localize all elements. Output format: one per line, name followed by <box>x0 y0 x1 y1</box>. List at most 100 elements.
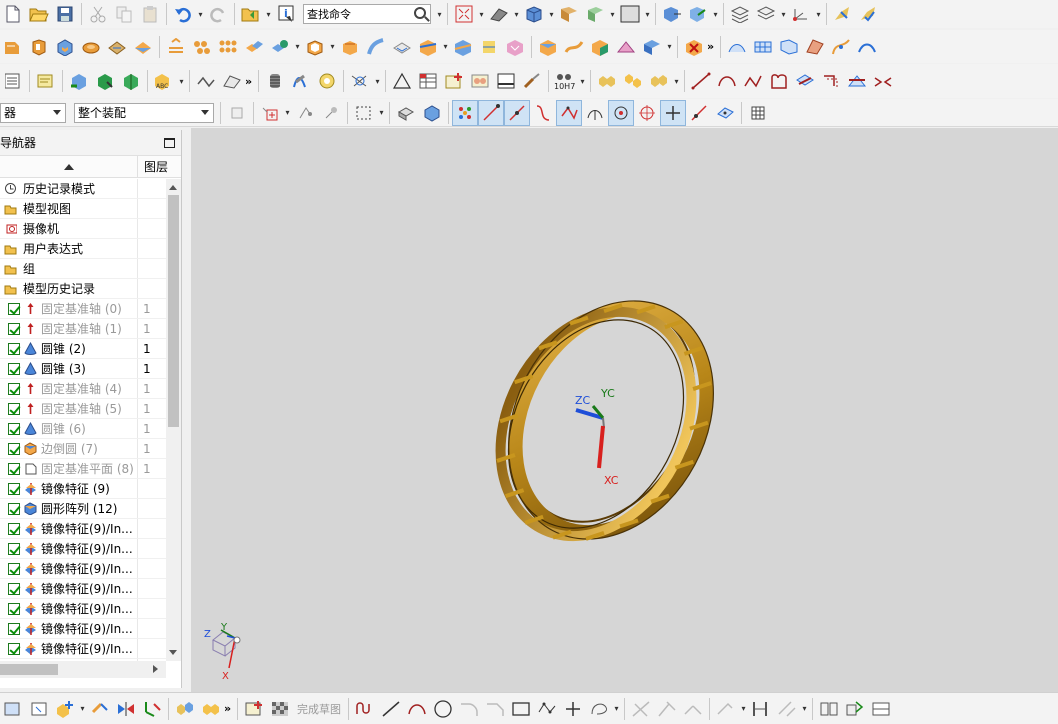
patch-body-icon[interactable] <box>476 34 502 60</box>
section-view-icon[interactable] <box>582 1 608 27</box>
image-cutout-icon[interactable] <box>467 68 493 94</box>
rectangle-select-icon[interactable] <box>351 100 377 126</box>
check-geometry-icon[interactable] <box>856 1 882 27</box>
open-folder-icon[interactable] <box>238 1 264 27</box>
fit-view-icon[interactable] <box>451 1 477 27</box>
triangle-icon[interactable] <box>389 68 415 94</box>
tree-node[interactable]: 模型视图 <box>0 199 166 219</box>
trim-body-icon[interactable] <box>415 34 441 60</box>
split-body-icon[interactable] <box>450 34 476 60</box>
replace-face-icon[interactable] <box>587 34 613 60</box>
sketch-rectangle-icon[interactable] <box>508 696 534 722</box>
assembly-scope-dropdown-icon[interactable] <box>201 109 209 115</box>
background-icon[interactable] <box>617 1 643 27</box>
extend-surface-icon[interactable] <box>854 34 880 60</box>
feature-checkbox[interactable] <box>8 422 20 435</box>
feature-row[interactable]: 镜像特征(9)/In... <box>0 539 166 559</box>
constraint-icon[interactable] <box>87 696 113 722</box>
blocks-array-icon[interactable] <box>620 68 646 94</box>
cut-icon[interactable] <box>85 1 111 27</box>
tree-node[interactable]: 组 <box>0 259 166 279</box>
snap-endpoint-icon[interactable] <box>478 99 504 126</box>
offset-face-icon[interactable] <box>389 34 415 60</box>
sweep-icon[interactable] <box>363 34 389 60</box>
sketch-chamfer-icon[interactable] <box>482 696 508 722</box>
line-icon[interactable] <box>688 68 714 94</box>
feature-checkbox[interactable] <box>8 462 20 475</box>
analysis-icon[interactable] <box>830 1 856 27</box>
new-file-icon[interactable] <box>0 1 26 27</box>
scroll-up-icon[interactable] <box>169 185 177 190</box>
explode-view-icon[interactable] <box>139 696 165 722</box>
gear-spring-icon[interactable] <box>288 68 314 94</box>
snap-quadrant-icon[interactable] <box>634 100 660 126</box>
sketch-arc-icon[interactable] <box>404 696 430 722</box>
sketch-ellipse-icon[interactable] <box>586 696 612 722</box>
sketch-circle-icon[interactable] <box>430 696 456 722</box>
unite-icon[interactable] <box>241 34 267 60</box>
feature-row[interactable]: 圆锥 (3) 1 <box>0 359 166 379</box>
notes-icon[interactable] <box>33 68 59 94</box>
body-section-icon[interactable] <box>639 34 665 60</box>
select-settings-icon[interactable] <box>224 100 250 126</box>
spring-icon[interactable] <box>262 68 288 94</box>
snap-intersection-icon[interactable] <box>556 99 582 126</box>
thicken-icon[interactable] <box>163 34 189 60</box>
snap-curve-icon[interactable] <box>530 100 556 126</box>
n-sided-icon[interactable] <box>802 34 828 60</box>
bearing-icon[interactable] <box>314 68 340 94</box>
type-filter-dropdown-icon[interactable] <box>53 109 61 115</box>
snap-midpoint-icon[interactable] <box>504 99 530 126</box>
feature-checkbox[interactable] <box>8 402 20 415</box>
abc-text-icon[interactable]: ABC <box>151 68 177 94</box>
wave-geometry-icon[interactable] <box>646 68 672 94</box>
layer-column-header[interactable]: 图层 <box>138 156 181 177</box>
snap-point-on-curve-icon[interactable] <box>686 100 712 126</box>
intersect-curve-icon[interactable] <box>844 68 870 94</box>
multi-blocks-icon[interactable] <box>594 68 620 94</box>
wcs-icon[interactable] <box>788 1 814 27</box>
snap-existing-point-icon[interactable] <box>660 99 686 126</box>
maximize-icon[interactable] <box>164 137 175 148</box>
feature-row[interactable]: 镜像特征(9)/In... <box>0 579 166 599</box>
tree-node[interactable]: 历史记录模式 <box>0 179 166 199</box>
feature-row[interactable]: 镜像特征(9)/In... <box>0 599 166 619</box>
move-component-icon[interactable] <box>659 1 685 27</box>
through-curves-icon[interactable] <box>750 34 776 60</box>
arc-icon[interactable] <box>714 68 740 94</box>
hole-icon[interactable] <box>104 34 130 60</box>
move-to-layer-icon[interactable] <box>753 1 779 27</box>
feature-checkbox[interactable] <box>8 482 20 495</box>
feature-row[interactable]: 圆锥 (6) 1 <box>0 419 166 439</box>
feature-row[interactable]: 镜像特征(9)/In... <box>0 559 166 579</box>
feature-row[interactable]: 镜像特征(9)/In... <box>0 639 166 659</box>
wave-linker-icon[interactable] <box>172 696 198 722</box>
sketch-settings-icon[interactable] <box>816 696 842 722</box>
dimension-icon[interactable] <box>774 696 800 722</box>
boss-icon[interactable] <box>130 34 156 60</box>
graphics-window[interactable]: ZC YC XC Z Y X <box>191 128 1058 692</box>
sketch-view-icon[interactable] <box>868 696 894 722</box>
spline-icon[interactable] <box>740 68 766 94</box>
feature-row[interactable]: 镜像特征(9)/In... <box>0 619 166 639</box>
feature-row[interactable]: 圆锥 (2) 1 <box>0 339 166 359</box>
select-bodies-icon[interactable] <box>419 100 445 126</box>
feature-checkbox[interactable] <box>8 522 20 535</box>
shell-icon[interactable] <box>302 34 328 60</box>
drawing-sheet-icon[interactable] <box>493 68 519 94</box>
finish-sketch-label[interactable]: 完成草图 <box>297 701 341 717</box>
feature-row[interactable]: 固定基准轴 (4) 1 <box>0 379 166 399</box>
layer-settings-icon[interactable] <box>727 1 753 27</box>
component-blocks-icon[interactable] <box>198 696 224 722</box>
quick-pick-icon[interactable] <box>292 100 318 126</box>
copy-icon[interactable] <box>111 1 137 27</box>
sketch-fillet-icon[interactable] <box>456 696 482 722</box>
offset-curve-icon[interactable] <box>818 68 844 94</box>
feature-checkbox[interactable] <box>8 322 20 335</box>
bearing-cage-model[interactable] <box>463 265 754 575</box>
feature-row[interactable]: 固定基准平面 (8) 1 <box>0 459 166 479</box>
feature-checkbox[interactable] <box>8 382 20 395</box>
scroll-thumb[interactable] <box>168 195 179 427</box>
quick-extend-icon[interactable] <box>654 696 680 722</box>
subtract-icon[interactable] <box>267 34 293 60</box>
